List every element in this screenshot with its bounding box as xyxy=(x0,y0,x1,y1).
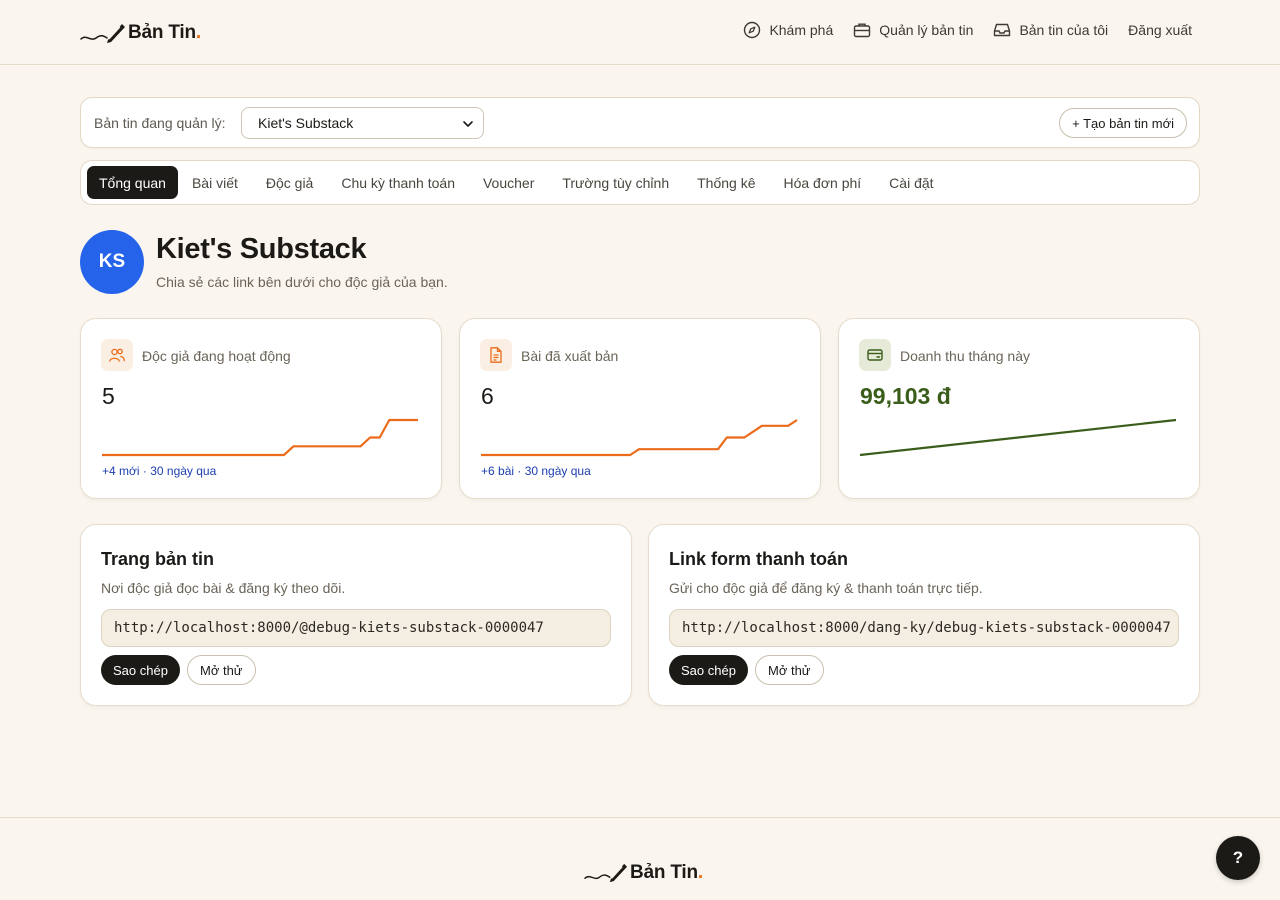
briefcase-icon xyxy=(854,23,871,38)
stat-note: +6 bài · 30 ngày qua xyxy=(481,464,591,478)
newsletter-avatar: KS xyxy=(80,230,144,294)
help-button[interactable]: ? xyxy=(1216,836,1260,880)
nav-my-label: Bản tin của tôi xyxy=(1019,22,1109,38)
tab-posts[interactable]: Bài viết xyxy=(178,166,252,199)
brand-logo[interactable]: Bản Tin. xyxy=(80,19,201,47)
compass-icon xyxy=(744,21,761,39)
tab-statistics[interactable]: Thống kê xyxy=(683,166,769,199)
brand-name: Bản Tin xyxy=(630,861,698,883)
stat-label: Độc giả đang hoạt động xyxy=(142,348,291,364)
footer: Bản Tin. xyxy=(0,817,1280,900)
brand-dot: . xyxy=(195,22,202,43)
brand-name: Bản Tin xyxy=(128,22,196,43)
stat-card-active-readers: Độc giả đang hoạt động 5 +4 mới · 30 ngà… xyxy=(80,318,442,499)
wallet-icon xyxy=(859,339,891,371)
main-nav: Khám phá Quản lý bản tin Bản tin của tôi… xyxy=(743,21,1192,39)
card-title: Trang bản tin xyxy=(101,549,215,569)
stat-value: 6 xyxy=(481,383,494,409)
newsletter-select[interactable]: Kiet's Substack xyxy=(241,107,484,139)
document-icon xyxy=(480,339,512,371)
tab-settings[interactable]: Cài đặt xyxy=(875,166,947,199)
stat-label: Doanh thu tháng này xyxy=(900,348,1030,364)
nav-manage-newsletter[interactable]: Quản lý bản tin xyxy=(853,21,973,39)
newsletter-select-value: Kiet's Substack xyxy=(258,115,354,131)
selector-label: Bản tin đang quản lý: xyxy=(94,115,226,131)
top-navbar: Bản Tin. Khám phá Quản lý bản tin Bản ti… xyxy=(0,0,1280,65)
nav-logout[interactable]: Đăng xuất xyxy=(1128,22,1192,38)
page-subtitle: Chia sẻ các link bên dưới cho độc giả củ… xyxy=(156,274,448,290)
tab-billing-cycles[interactable]: Chu kỳ thanh toán xyxy=(327,166,469,199)
card-title: Link form thanh toán xyxy=(669,549,848,569)
tab-custom-fields[interactable]: Trường tùy chỉnh xyxy=(548,166,683,199)
stat-label: Bài đã xuất bản xyxy=(521,348,619,364)
payment-form-link-card: Link form thanh toán Gửi cho độc giả để … xyxy=(648,524,1200,706)
tab-fee-invoices[interactable]: Hóa đơn phí xyxy=(769,166,875,199)
published-posts-sparkline xyxy=(481,419,798,457)
tab-readers[interactable]: Độc giả xyxy=(252,166,327,199)
dashboard-tabs: Tổng quan Bài viết Độc giả Chu kỳ thanh … xyxy=(80,160,1200,205)
open-button[interactable]: Mở thử xyxy=(187,655,256,685)
brand-dot: . xyxy=(697,861,704,883)
footer-brand-logo[interactable]: Bản Tin. xyxy=(584,860,703,885)
users-icon xyxy=(101,339,133,371)
nav-explore[interactable]: Khám phá xyxy=(743,21,833,39)
pen-logo-icon xyxy=(80,24,125,43)
newsletter-url-field[interactable]: http://localhost:8000/@debug-kiets-subst… xyxy=(101,609,611,647)
card-description: Nơi độc giả đọc bài & đăng ký theo dõi. xyxy=(101,580,346,596)
payment-url-field[interactable]: http://localhost:8000/dang-ky/debug-kiet… xyxy=(669,609,1179,647)
newsletter-selector-bar: Bản tin đang quản lý: Kiet's Substack + … xyxy=(80,97,1200,148)
nav-my-newsletters[interactable]: Bản tin của tôi xyxy=(993,21,1108,39)
create-newsletter-button[interactable]: + Tạo bản tin mới xyxy=(1059,108,1187,138)
chevron-down-icon xyxy=(463,121,473,127)
open-button[interactable]: Mở thử xyxy=(755,655,824,685)
stat-card-published-posts: Bài đã xuất bản 6 +6 bài · 30 ngày qua xyxy=(459,318,821,499)
nav-manage-label: Quản lý bản tin xyxy=(879,22,974,38)
revenue-sparkline xyxy=(859,418,1177,457)
sparkline-series xyxy=(102,418,418,457)
stat-value: 5 xyxy=(102,383,115,409)
card-description: Gửi cho độc giả để đăng ký & thanh toán … xyxy=(669,580,983,596)
tab-voucher[interactable]: Voucher xyxy=(469,166,548,199)
stat-value: 99,103 đ xyxy=(860,383,951,409)
newsletter-page-card: Trang bản tin Nơi độc giả đọc bài & đăng… xyxy=(80,524,632,706)
sparkline-series xyxy=(859,418,1177,457)
copy-button[interactable]: Sao chép xyxy=(101,655,180,685)
copy-button[interactable]: Sao chép xyxy=(669,655,748,685)
nav-logout-label: Đăng xuất xyxy=(1128,22,1192,38)
stat-note: +4 mới · 30 ngày qua xyxy=(102,464,217,478)
pen-logo-icon xyxy=(584,863,628,883)
nav-explore-label: Khám phá xyxy=(769,22,834,38)
stat-card-monthly-revenue: Doanh thu tháng này 99,103 đ xyxy=(838,318,1200,499)
active-readers-sparkline xyxy=(102,418,418,457)
page-title: Kiet's Substack xyxy=(156,233,367,265)
tab-overview[interactable]: Tổng quan xyxy=(87,166,178,199)
sparkline-series xyxy=(481,419,798,457)
inbox-icon xyxy=(994,23,1011,37)
